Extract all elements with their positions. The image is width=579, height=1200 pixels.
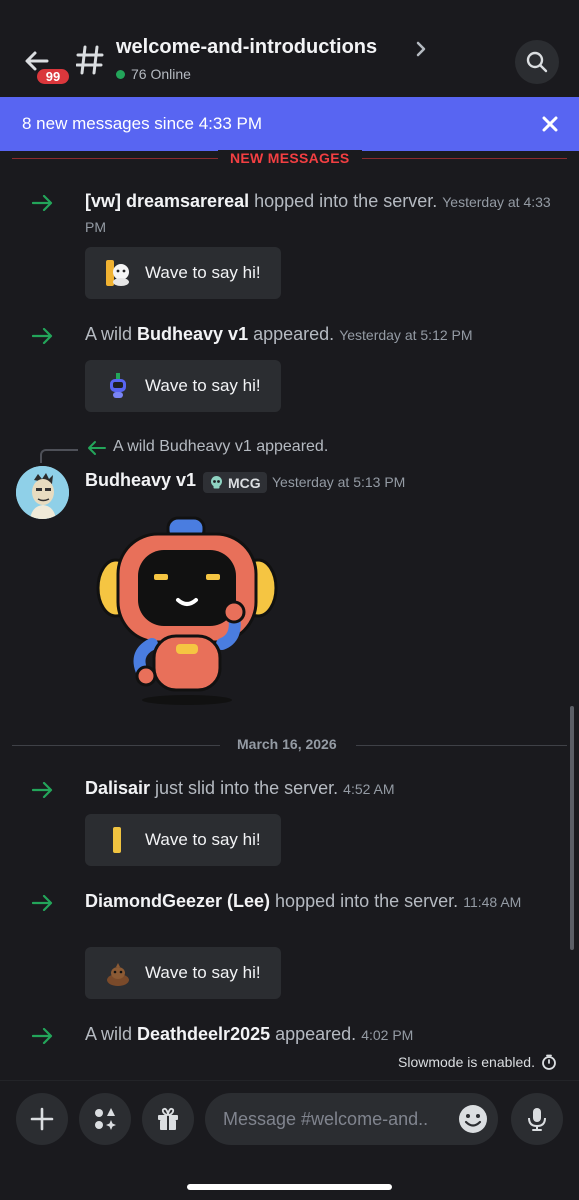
author-name[interactable]: Budheavy v1 (85, 470, 196, 491)
microphone-icon (528, 1108, 546, 1131)
message-text: A wild (85, 324, 138, 344)
channel-header: 99 welcome-and-introductions 76 Online (0, 0, 579, 97)
message-text: hopped into the server. (249, 191, 438, 211)
join-arrow-icon (32, 195, 53, 211)
member-name[interactable]: [vw] dreamsarereal (85, 191, 249, 211)
member-name[interactable]: Budheavy v1 (137, 324, 248, 344)
message-text: hopped into the server. (270, 891, 459, 911)
wave-sticker-icon (106, 260, 129, 286)
tag-label: MCG (228, 474, 261, 491)
wave-label: Wave to say hi! (145, 830, 261, 849)
member-name[interactable]: Deathdeelr2025 (137, 1024, 270, 1044)
system-message: A wild Budheavy v1 appeared. Yesterday a… (85, 322, 555, 347)
date-divider-line (12, 745, 220, 746)
system-message: [vw] dreamsarereal hopped into the serve… (85, 189, 555, 239)
plus-icon (30, 1107, 54, 1131)
member-name[interactable]: Dalisair (85, 778, 150, 798)
gift-button[interactable] (142, 1093, 194, 1145)
slowmode-text: Slowmode is enabled. (398, 1054, 535, 1070)
timestamp: Yesterday at 5:13 PM (272, 474, 406, 490)
avatar[interactable] (16, 466, 69, 519)
system-message: DiamondGeezer (Lee) hopped into the serv… (85, 889, 555, 914)
banner-text: 8 new messages since 4:33 PM (22, 114, 263, 133)
reply-reference[interactable]: A wild Budheavy v1 appeared. (113, 438, 328, 456)
apps-icon (95, 1108, 116, 1130)
new-messages-banner[interactable]: 8 new messages since 4:33 PM (0, 97, 579, 151)
emoji-icon[interactable] (457, 1103, 489, 1135)
join-arrow-icon (32, 782, 53, 798)
date-divider: March 16, 2026 (237, 736, 337, 752)
message-text: just slid into the server. (150, 778, 339, 798)
timestamp: 4:52 AM (343, 781, 395, 797)
channel-title[interactable]: welcome-and-introductions (116, 36, 377, 59)
reply-arrow-icon (88, 441, 106, 455)
attach-button[interactable] (16, 1093, 68, 1145)
timer-icon (542, 1054, 556, 1070)
unread-badge: 99 (34, 66, 72, 87)
message-text: appeared. (270, 1024, 357, 1044)
robot-sticker[interactable] (92, 516, 282, 708)
skull-icon (211, 476, 222, 489)
search-icon (526, 51, 548, 73)
join-arrow-icon (32, 1028, 53, 1044)
reply-connector (40, 449, 78, 463)
message-text: A wild (85, 1024, 138, 1044)
wave-button[interactable]: Wave to say hi! (85, 247, 281, 299)
online-count: 76 Online (116, 66, 191, 82)
gift-icon (158, 1107, 178, 1130)
voice-button[interactable] (511, 1093, 563, 1145)
message-input[interactable] (205, 1093, 498, 1145)
wave-label: Wave to say hi! (145, 376, 261, 395)
system-message: A wild Deathdeelr2025 appeared. 4:02 PM (85, 1022, 555, 1047)
timestamp: 4:02 PM (361, 1027, 414, 1043)
wave-sticker-icon (110, 373, 126, 398)
message-text: appeared. (248, 324, 335, 344)
online-dot (116, 69, 125, 79)
scrollbar[interactable] (570, 706, 574, 950)
new-messages-label: NEW MESSAGES (218, 150, 362, 166)
join-arrow-icon (32, 895, 53, 911)
wave-label: Wave to say hi! (145, 263, 261, 282)
search-button[interactable] (515, 40, 559, 84)
wave-sticker-icon (107, 963, 129, 986)
timestamp: Yesterday at 5:12 PM (339, 327, 473, 343)
timestamp: 11:48 AM (463, 894, 522, 910)
system-message: Dalisair just slid into the server. 4:52… (85, 776, 555, 801)
slowmode-notice: Slowmode is enabled. (398, 1054, 557, 1070)
close-icon[interactable] (541, 115, 559, 133)
hash-icon (76, 45, 104, 75)
wave-button[interactable]: Wave to say hi! (85, 814, 281, 866)
join-arrow-icon (32, 328, 53, 344)
wave-sticker-icon (113, 827, 121, 853)
home-indicator (187, 1184, 392, 1190)
wave-button[interactable]: Wave to say hi! (85, 360, 281, 412)
ape-avatar-icon (16, 466, 69, 519)
online-text: 76 Online (131, 66, 191, 82)
wave-label: Wave to say hi! (145, 963, 261, 982)
apps-button[interactable] (79, 1093, 131, 1145)
member-name[interactable]: DiamondGeezer (Lee) (85, 891, 270, 911)
date-divider-line (356, 745, 567, 746)
chevron-right-icon[interactable] (414, 40, 428, 58)
wave-button[interactable]: Wave to say hi! (85, 947, 281, 999)
server-tag[interactable]: MCG (203, 472, 267, 493)
